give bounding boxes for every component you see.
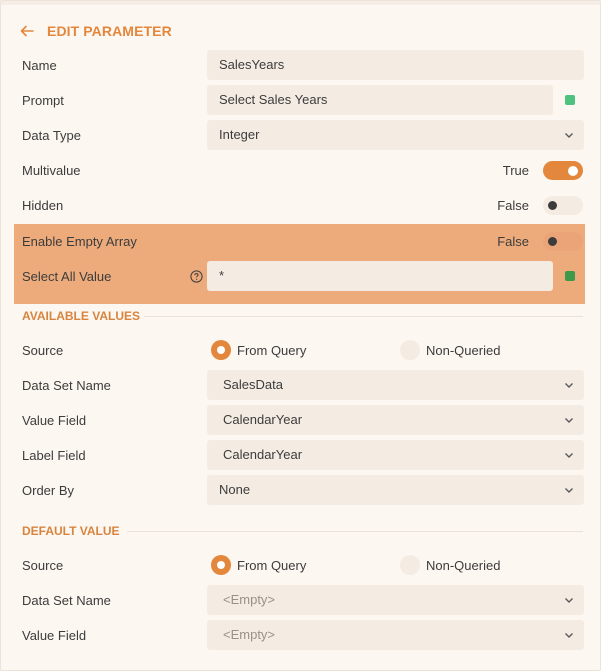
dv-value-field-row: Value Field <Empty> bbox=[14, 618, 585, 653]
back-arrow-icon[interactable] bbox=[19, 23, 35, 39]
prompt-input[interactable]: Select Sales Years bbox=[207, 85, 553, 115]
chevron-down-icon bbox=[565, 133, 573, 138]
edit-parameter-panel: EDIT PARAMETER Name SalesYears Prompt Se… bbox=[0, 0, 601, 671]
chevron-down-icon bbox=[565, 453, 573, 458]
data-type-label: Data Type bbox=[22, 128, 82, 143]
av-data-set-row: Data Set Name SalesData bbox=[14, 368, 585, 403]
av-from-query-label[interactable]: From Query bbox=[237, 333, 306, 368]
select-all-value-row: Select All Value * bbox=[14, 259, 585, 294]
av-order-by-label: Order By bbox=[22, 483, 75, 498]
dv-source-label: Source bbox=[22, 558, 64, 573]
chevron-down-icon bbox=[565, 488, 573, 493]
av-data-set-label: Data Set Name bbox=[22, 378, 111, 393]
prompt-value: Select Sales Years bbox=[219, 92, 328, 107]
available-values-heading: AVAILABLE VALUES bbox=[22, 309, 141, 323]
av-label-field-row: Label Field CalendarYear bbox=[14, 438, 585, 473]
hidden-row: Hidden False bbox=[14, 188, 585, 223]
hidden-label: Hidden bbox=[22, 198, 64, 213]
data-type-row: Data Type Integer bbox=[14, 118, 585, 153]
av-order-by-row: Order By None bbox=[14, 473, 585, 508]
dv-value-field-label: Value Field bbox=[22, 628, 87, 643]
dv-from-query-label[interactable]: From Query bbox=[237, 548, 306, 583]
dv-non-queried-radio[interactable] bbox=[400, 555, 420, 575]
dv-data-set-label: Data Set Name bbox=[22, 593, 111, 608]
av-non-queried-label[interactable]: Non-Queried bbox=[426, 333, 500, 368]
av-label-field-select[interactable]: CalendarYear bbox=[207, 440, 584, 470]
name-input[interactable]: SalesYears bbox=[207, 50, 584, 80]
av-data-set-value: SalesData bbox=[223, 377, 283, 392]
section-divider bbox=[144, 316, 583, 317]
panel-title: EDIT PARAMETER bbox=[47, 23, 172, 39]
enable-empty-array-toggle[interactable] bbox=[543, 232, 583, 251]
av-order-by-select[interactable]: None bbox=[207, 475, 584, 505]
dv-source-row: Source From Query Non-Queried bbox=[14, 548, 585, 583]
question-circle-icon[interactable] bbox=[190, 270, 203, 283]
dv-data-set-select[interactable]: <Empty> bbox=[207, 585, 584, 615]
name-row: Name SalesYears bbox=[14, 48, 585, 83]
toggle-knob bbox=[568, 165, 578, 176]
av-value-field-select[interactable]: CalendarYear bbox=[207, 405, 584, 435]
dv-value-field-placeholder: <Empty> bbox=[223, 627, 276, 642]
select-all-value-label: Select All Value bbox=[22, 269, 112, 284]
chevron-down-icon bbox=[565, 633, 573, 638]
default-value-heading: DEFAULT VALUE bbox=[22, 524, 120, 538]
enable-empty-array-row: Enable Empty Array False bbox=[14, 224, 585, 259]
av-source-row: Source From Query Non-Queried bbox=[14, 333, 585, 368]
select-all-value-value: * bbox=[219, 268, 225, 283]
chevron-down-icon bbox=[565, 383, 573, 388]
select-all-value-input[interactable]: * bbox=[207, 261, 553, 291]
name-label: Name bbox=[22, 58, 57, 73]
av-order-by-value: None bbox=[219, 482, 251, 497]
av-value-field-label: Value Field bbox=[22, 413, 87, 428]
section-divider bbox=[127, 531, 583, 532]
chevron-down-icon bbox=[565, 598, 573, 603]
av-value-field-row: Value Field CalendarYear bbox=[14, 403, 585, 438]
top-edge bbox=[1, 1, 600, 5]
av-non-queried-radio[interactable] bbox=[400, 340, 420, 360]
panel-header: EDIT PARAMETER bbox=[19, 21, 172, 41]
av-value-field-value: CalendarYear bbox=[223, 412, 303, 427]
av-source-label: Source bbox=[22, 343, 64, 358]
multivalue-row: Multivalue True bbox=[14, 153, 585, 188]
av-label-field-value: CalendarYear bbox=[223, 447, 303, 462]
dv-non-queried-label[interactable]: Non-Queried bbox=[426, 548, 500, 583]
dv-data-set-placeholder: <Empty> bbox=[223, 592, 276, 607]
enable-empty-array-label: Enable Empty Array bbox=[22, 234, 137, 249]
multivalue-label: Multivalue bbox=[22, 163, 81, 178]
hidden-state: False bbox=[497, 198, 529, 213]
prompt-label: Prompt bbox=[22, 93, 64, 108]
name-value: SalesYears bbox=[219, 57, 285, 72]
toggle-knob bbox=[548, 201, 557, 210]
data-type-value: Integer bbox=[219, 127, 260, 142]
dv-from-query-radio[interactable] bbox=[211, 555, 231, 575]
multivalue-state: True bbox=[502, 163, 529, 178]
dv-value-field-select[interactable]: <Empty> bbox=[207, 620, 584, 650]
hidden-toggle[interactable] bbox=[543, 196, 583, 215]
toggle-knob bbox=[548, 237, 557, 246]
av-from-query-radio[interactable] bbox=[211, 340, 231, 360]
data-type-select[interactable]: Integer bbox=[207, 120, 584, 150]
av-label-field-label: Label Field bbox=[22, 448, 86, 463]
dv-data-set-row: Data Set Name <Empty> bbox=[14, 583, 585, 618]
multivalue-toggle[interactable] bbox=[543, 161, 583, 180]
chevron-down-icon bbox=[565, 418, 573, 423]
prompt-valid-indicator bbox=[565, 95, 575, 105]
select-all-valid-indicator bbox=[565, 271, 575, 281]
prompt-row: Prompt Select Sales Years bbox=[14, 83, 585, 118]
enable-empty-array-state: False bbox=[497, 234, 529, 249]
av-data-set-select[interactable]: SalesData bbox=[207, 370, 584, 400]
